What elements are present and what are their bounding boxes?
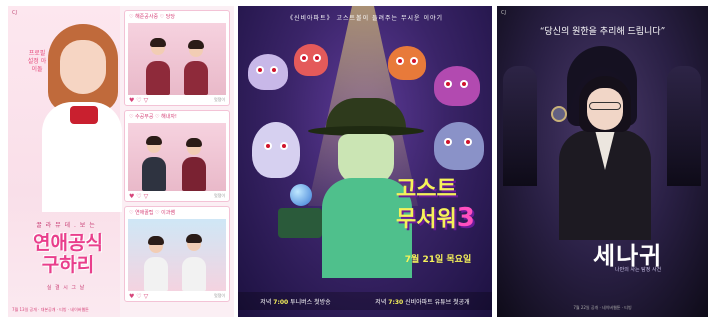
poster-quote: “당신의 원한을 추리해 드립니다” (539, 27, 666, 37)
student-figure (146, 61, 170, 95)
schedule-text: 신비아파트 유튜브 첫공개 (405, 298, 470, 306)
schedule-text: 투니버스 첫방송 (290, 298, 331, 306)
ghost-icon (434, 66, 480, 106)
poster-tagline: 《신비아파트》 고스트볼이 들려주는 무시운 이야기 (286, 15, 444, 22)
schedule-prefix: 저녁 (260, 298, 272, 306)
brand-logo: CJ (12, 10, 17, 16)
shadow-figure (503, 66, 537, 186)
girl-face-illustration (60, 40, 106, 94)
poster-senagwi[interactable]: CJ “당신의 원한을 추리해 드립니다” 세나귀 나만의 사는 탐정 사건 7… (497, 6, 708, 317)
poster-footer: 7월 22일 공개 · 네이버웹툰 · 티빙 (573, 305, 632, 310)
student-figure (144, 257, 168, 291)
card-caption: ♡ 연애꿀팁 ♡ 이과쌤 (129, 210, 175, 216)
profile-card: ♡ 해준공사중 ♡ 당당 ♥ ♡ ▽ 멋쟁이 (124, 10, 230, 106)
broadcast-schedule: 저녁 7:00 투니버스 첫방송 저녁 7:30 신비아파트 유튜브 첫공개 (238, 292, 492, 310)
ghost-girl-icon (252, 122, 300, 178)
poster-love-formula[interactable]: CJ 프로필 설정 아이돌 꿀 라 뮤 데 . 보 는 연애공식 구하리 실 결… (8, 6, 234, 317)
poster-date: 7월 21일 목요일 (404, 255, 472, 265)
poster-ghost-scary-3[interactable]: 《신비아파트》 고스트볼이 들려주는 무시운 이야기 고스트 무서워3 7월 2… (238, 6, 492, 317)
card-photo (128, 123, 226, 191)
card-photo (128, 219, 226, 291)
poster-date: 실 결 시 그 날 (46, 285, 86, 291)
schedule-prefix: 저녁 (375, 298, 387, 306)
shadow-figure (667, 66, 701, 186)
red-bow-icon (70, 106, 98, 124)
student-hair (186, 234, 202, 243)
student-figure (182, 157, 206, 191)
student-hair (146, 136, 162, 145)
title-line-1: 고스트 (396, 177, 457, 202)
poster-title: 고스트 무서워3 (396, 176, 486, 234)
ghost-icon (248, 54, 288, 90)
brand-logo: CJ (501, 10, 506, 16)
poster-footer: 7월 13일 공개 · 대본공개 · 티빙 · 네이버웹툰 (12, 307, 89, 312)
crystal-ball-icon (290, 184, 312, 206)
glasses-icon (589, 102, 621, 110)
ghost-icon (434, 122, 484, 170)
ghost-icon (294, 44, 328, 76)
fortune-table (278, 208, 322, 238)
title-line-2: 구하리 (41, 254, 95, 276)
student-figure (184, 61, 208, 95)
poster-subtitle: 꿀 라 뮤 데 . 보 는 (36, 222, 96, 229)
schedule-time: 7:00 (273, 298, 289, 306)
student-hair (188, 40, 204, 49)
side-label: 프로필 설정 아이돌 (27, 50, 47, 73)
ghost-detective-face (338, 134, 394, 184)
card-caption: ♡ 수공부공 ♡ 해내자! (129, 114, 177, 120)
like-icons: ♥ ♡ ▽ (129, 193, 149, 200)
schedule-time: 7:30 (388, 298, 404, 306)
magnifier-icon (551, 106, 567, 122)
card-tag: 멋쟁이 (213, 193, 225, 198)
schedule-item: 저녁 7:00 투니버스 첫방송 (260, 297, 330, 306)
student-figure (182, 257, 206, 291)
like-icons: ♥ ♡ ▽ (129, 97, 149, 104)
title-line-1: 연애공식 (33, 232, 103, 254)
card-tag: 멋쟁이 (213, 293, 225, 298)
card-tag: 멋쟁이 (213, 97, 225, 102)
poster-title: 연애공식 구하리 (18, 232, 118, 276)
profile-card: ♡ 수공부공 ♡ 해내자! ♥ ♡ ▽ 멋쟁이 (124, 110, 230, 202)
student-hair (148, 236, 164, 245)
schedule-item: 저녁 7:30 신비아파트 유튜브 첫공개 (375, 297, 469, 306)
student-hair (150, 38, 166, 47)
ghost-icon (388, 46, 426, 80)
card-caption: ♡ 해준공사중 ♡ 당당 (129, 14, 175, 20)
profile-card: ♡ 연애꿀팁 ♡ 이과쌤 ♥ ♡ ▽ 멋쟁이 (124, 206, 230, 302)
title-line-2: 무서워3 (396, 204, 486, 234)
student-figure (142, 157, 166, 191)
title-line-2-text: 무서워 (396, 207, 457, 232)
title-number: 3 (456, 203, 475, 233)
student-hair (186, 138, 202, 147)
poster-subtitle: 나만의 사는 탐정 사건 (615, 267, 662, 273)
card-photo (128, 23, 226, 95)
like-icons: ♥ ♡ ▽ (129, 293, 149, 300)
